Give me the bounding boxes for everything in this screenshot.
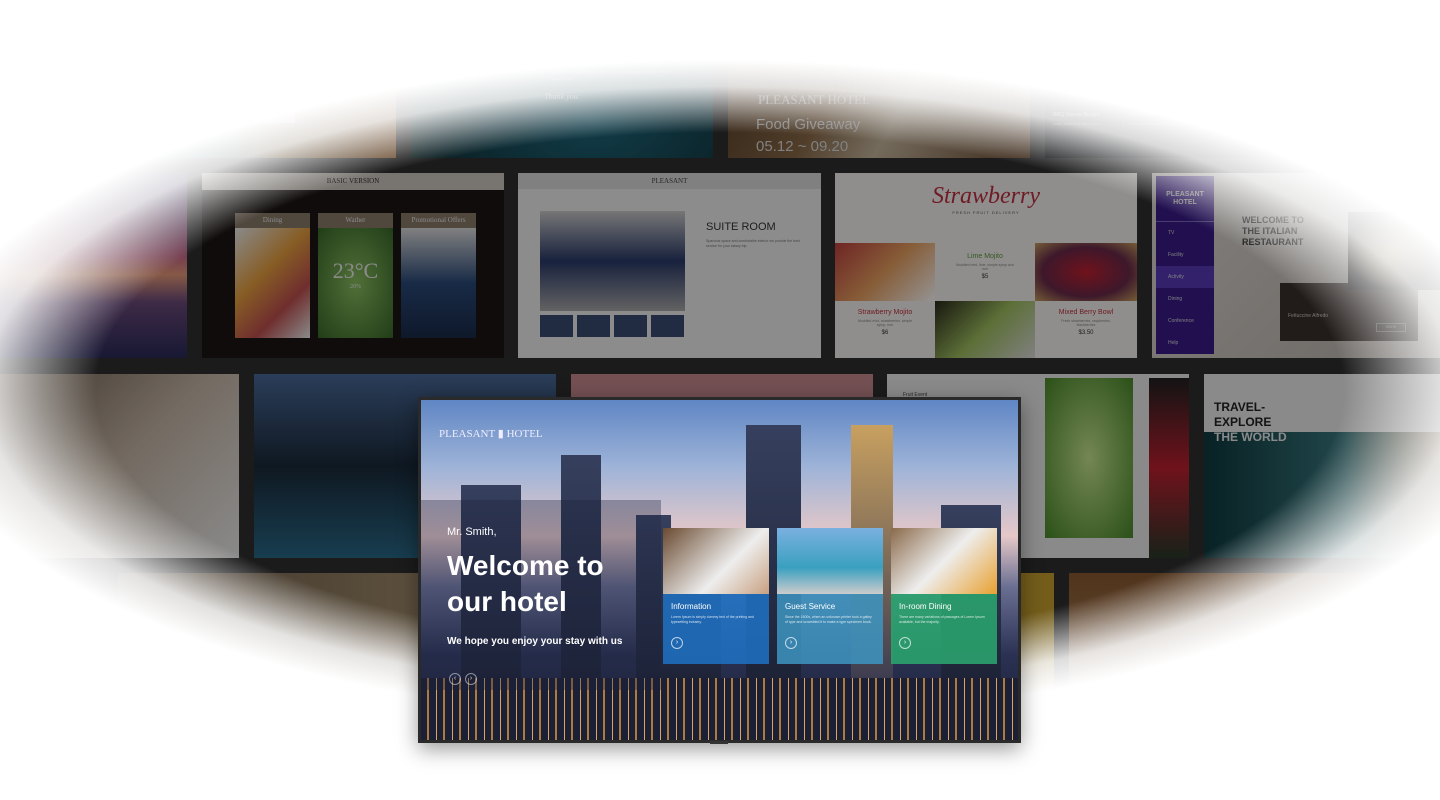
- tile-sale: ONLINE ONLY SALE ALL SHOES $20 Buy 1, ge…: [95, 0, 396, 158]
- card-text: There are many variations of passages of…: [899, 615, 985, 624]
- sale-code: Use code: SHOES4DAYS: [222, 92, 268, 97]
- burger-desc: Lettuce, tomatoes and red onions: [1128, 122, 1181, 126]
- tile-lobby: [118, 573, 420, 753]
- suite-title: SUITE ROOM: [706, 221, 776, 233]
- travel-line: TRAVEL-: [1214, 400, 1266, 414]
- tile-buffet: [0, 374, 239, 558]
- white-floor: [0, 740, 1440, 800]
- tile-travel: TRAVEL- EXPLORE THE WORLD: [1204, 374, 1440, 558]
- sale-small: ONLINE ONLY: [231, 19, 259, 24]
- italian-title: WELCOME TO THE ITALIAN RESTAURANT: [1242, 215, 1304, 247]
- menu-item-desc: Fresh strawberries, raspberries, blackbe…: [1061, 319, 1111, 327]
- burger-desc: Ground chuck, grilled onions and our spe…: [1204, 122, 1262, 130]
- prev-arrow-icon[interactable]: ‹: [449, 673, 461, 685]
- member-dates: 05.12 ~ 09.20: [756, 138, 849, 155]
- tile-leisure: I THINK OF YOUR LEISURE PLEASANT ▮ HOTEL…: [411, 0, 713, 158]
- temperature: 23°C: [332, 258, 379, 283]
- burger-desc: Plant-based meat alternative with grille…: [1279, 122, 1342, 130]
- italian-menu-item: TV: [1168, 230, 1175, 236]
- card-title: In-room Dining: [899, 602, 952, 611]
- burger-name: Midnight Burger: [1204, 112, 1243, 118]
- menu-item-name: Strawberry Mojito: [857, 309, 913, 316]
- guest-greeting: Mr. Smith,: [447, 526, 497, 538]
- leisure-tag: I THINK OF YOUR LEISURE: [512, 10, 612, 16]
- brand-word: HOTEL: [1173, 199, 1197, 206]
- burger-name: Veggie Burger: [1279, 112, 1315, 118]
- tile-business: [1361, 0, 1440, 158]
- tile-yellow: [1020, 573, 1054, 753]
- more-button: MORE: [1376, 323, 1406, 332]
- brand-word: HOTEL: [586, 28, 643, 47]
- welcome-subtitle: We hope you enjoy your stay with us: [447, 636, 623, 647]
- tile-italian: PLEASANT HOTEL TV Facility Activity Dinin…: [1152, 173, 1440, 358]
- chevron-right-icon[interactable]: ›: [899, 637, 911, 649]
- basic-header: BASIC VERSION: [202, 173, 504, 190]
- menu-item-name: Mixed Berry Bowl: [1058, 309, 1114, 316]
- card-in-room-dining[interactable]: In-room Dining There are many variations …: [891, 528, 997, 664]
- card-guest-service[interactable]: Guest Service Since the 1500s, when an un…: [777, 528, 883, 664]
- menu-item-desc: Muddled mint, strawberries, simple syrup…: [857, 319, 913, 327]
- member-promo: Food Giveaway: [756, 116, 861, 133]
- tile-suite-room: PLEASANT SUITE ROOM Spacious space and c…: [518, 173, 821, 358]
- tower-icon: ▮: [497, 428, 504, 440]
- menu-item-price: $6: [881, 330, 889, 336]
- member-title: Member: [764, 4, 827, 23]
- tile-strawberry: Strawberry FRESH FRUIT DELIVERY Lime Moj…: [835, 173, 1137, 358]
- menu-item-desc: Muddled mint, lime, simple syrup and rum: [956, 263, 1014, 271]
- italian-menu-item: Dining: [1168, 296, 1183, 302]
- sale-offer2: the 2nd pair FREE: [228, 81, 262, 86]
- member-title: Only: [764, 27, 831, 46]
- suite-header: PLEASANT: [518, 173, 821, 189]
- tv-brand-word: HOTEL: [506, 428, 543, 440]
- card-title: Information: [671, 602, 712, 611]
- suite-desc: Spacious space and comfortable interior …: [706, 239, 800, 248]
- italian-menu-item-active: Activity: [1156, 266, 1214, 288]
- tile-catering: [1069, 573, 1371, 753]
- card-text: Lorem Ipsum is simply dummy text of the …: [671, 615, 754, 624]
- welcome-title: our hotel: [447, 586, 567, 617]
- chevron-right-icon[interactable]: ›: [671, 637, 683, 649]
- tile-sunset: [0, 173, 187, 358]
- basic-panel-title: Dining: [235, 213, 310, 228]
- italian-menu-item: Help: [1168, 340, 1179, 346]
- burger-desc: Crispy bacon and sweet sauce: [1053, 122, 1101, 126]
- brand-word: PLEASANT: [481, 28, 569, 47]
- chevron-right-icon[interactable]: ›: [785, 637, 797, 649]
- menu-item-name: Lime Mojito: [967, 253, 1003, 260]
- burger-name: The Classic Burger: [1128, 112, 1176, 118]
- strawberry-logo: Strawberry: [932, 183, 1040, 209]
- tile-burgers: BBQ Bacon Burger Crispy bacon and sweet s…: [1045, 0, 1346, 158]
- tv-display: PLEASANT ▮ HOTEL Mr. Smith, Welcome to ou…: [418, 397, 1021, 743]
- sale-title: SALE: [195, 26, 310, 57]
- rain-chance: 20%: [350, 284, 361, 290]
- travel-line: EXPLORE: [1214, 415, 1272, 429]
- italian-menu-item: Facility: [1168, 252, 1184, 258]
- italian-menu-item: Conference: [1168, 318, 1194, 324]
- tile-fashion: [0, 0, 80, 158]
- tile-member: Member Only PLEASANT HOTEL Food Giveaway …: [728, 0, 1030, 158]
- tv-screen: PLEASANT ▮ HOTEL Mr. Smith, Welcome to ou…: [421, 400, 1018, 740]
- tv-brand-word: PLEASANT: [439, 428, 496, 440]
- tv-stand-logo: [710, 741, 728, 744]
- welcome-title: Welcome to: [447, 550, 604, 581]
- leisure-thanks: Thank you.: [544, 92, 580, 101]
- dish-name: Fettuccine Alfredo: [1280, 283, 1418, 341]
- member-brand: PLEASANT HOTEL: [758, 92, 871, 107]
- burger-name: BBQ Bacon Burger: [1053, 112, 1100, 118]
- menu-item-price: $5: [981, 274, 989, 280]
- card-title: Guest Service: [785, 602, 836, 611]
- card-text: Since the 1500s, when an unknown printer…: [785, 615, 872, 624]
- strawberry-sub: FRESH FRUIT DELIVERY: [952, 210, 1020, 215]
- menu-item-price: $3.50: [1078, 330, 1094, 336]
- next-arrow-icon[interactable]: ›: [465, 673, 477, 685]
- basic-panel-title: Wather: [318, 213, 393, 228]
- basic-panel-title: Promotional Offers: [401, 213, 476, 228]
- travel-line: THE WORLD: [1214, 430, 1287, 444]
- card-information[interactable]: Information Lorem Ipsum is simply dummy t…: [663, 528, 769, 664]
- sale-line: ALL SHOES $20: [226, 64, 264, 70]
- brand-word: PLEASANT: [1166, 191, 1204, 198]
- tile-basic-version: BASIC VERSION Dining Wather 23°C 20% Promo…: [202, 173, 504, 358]
- leisure-body: Thank you for visiting Pleasant hotel. O…: [452, 69, 672, 81]
